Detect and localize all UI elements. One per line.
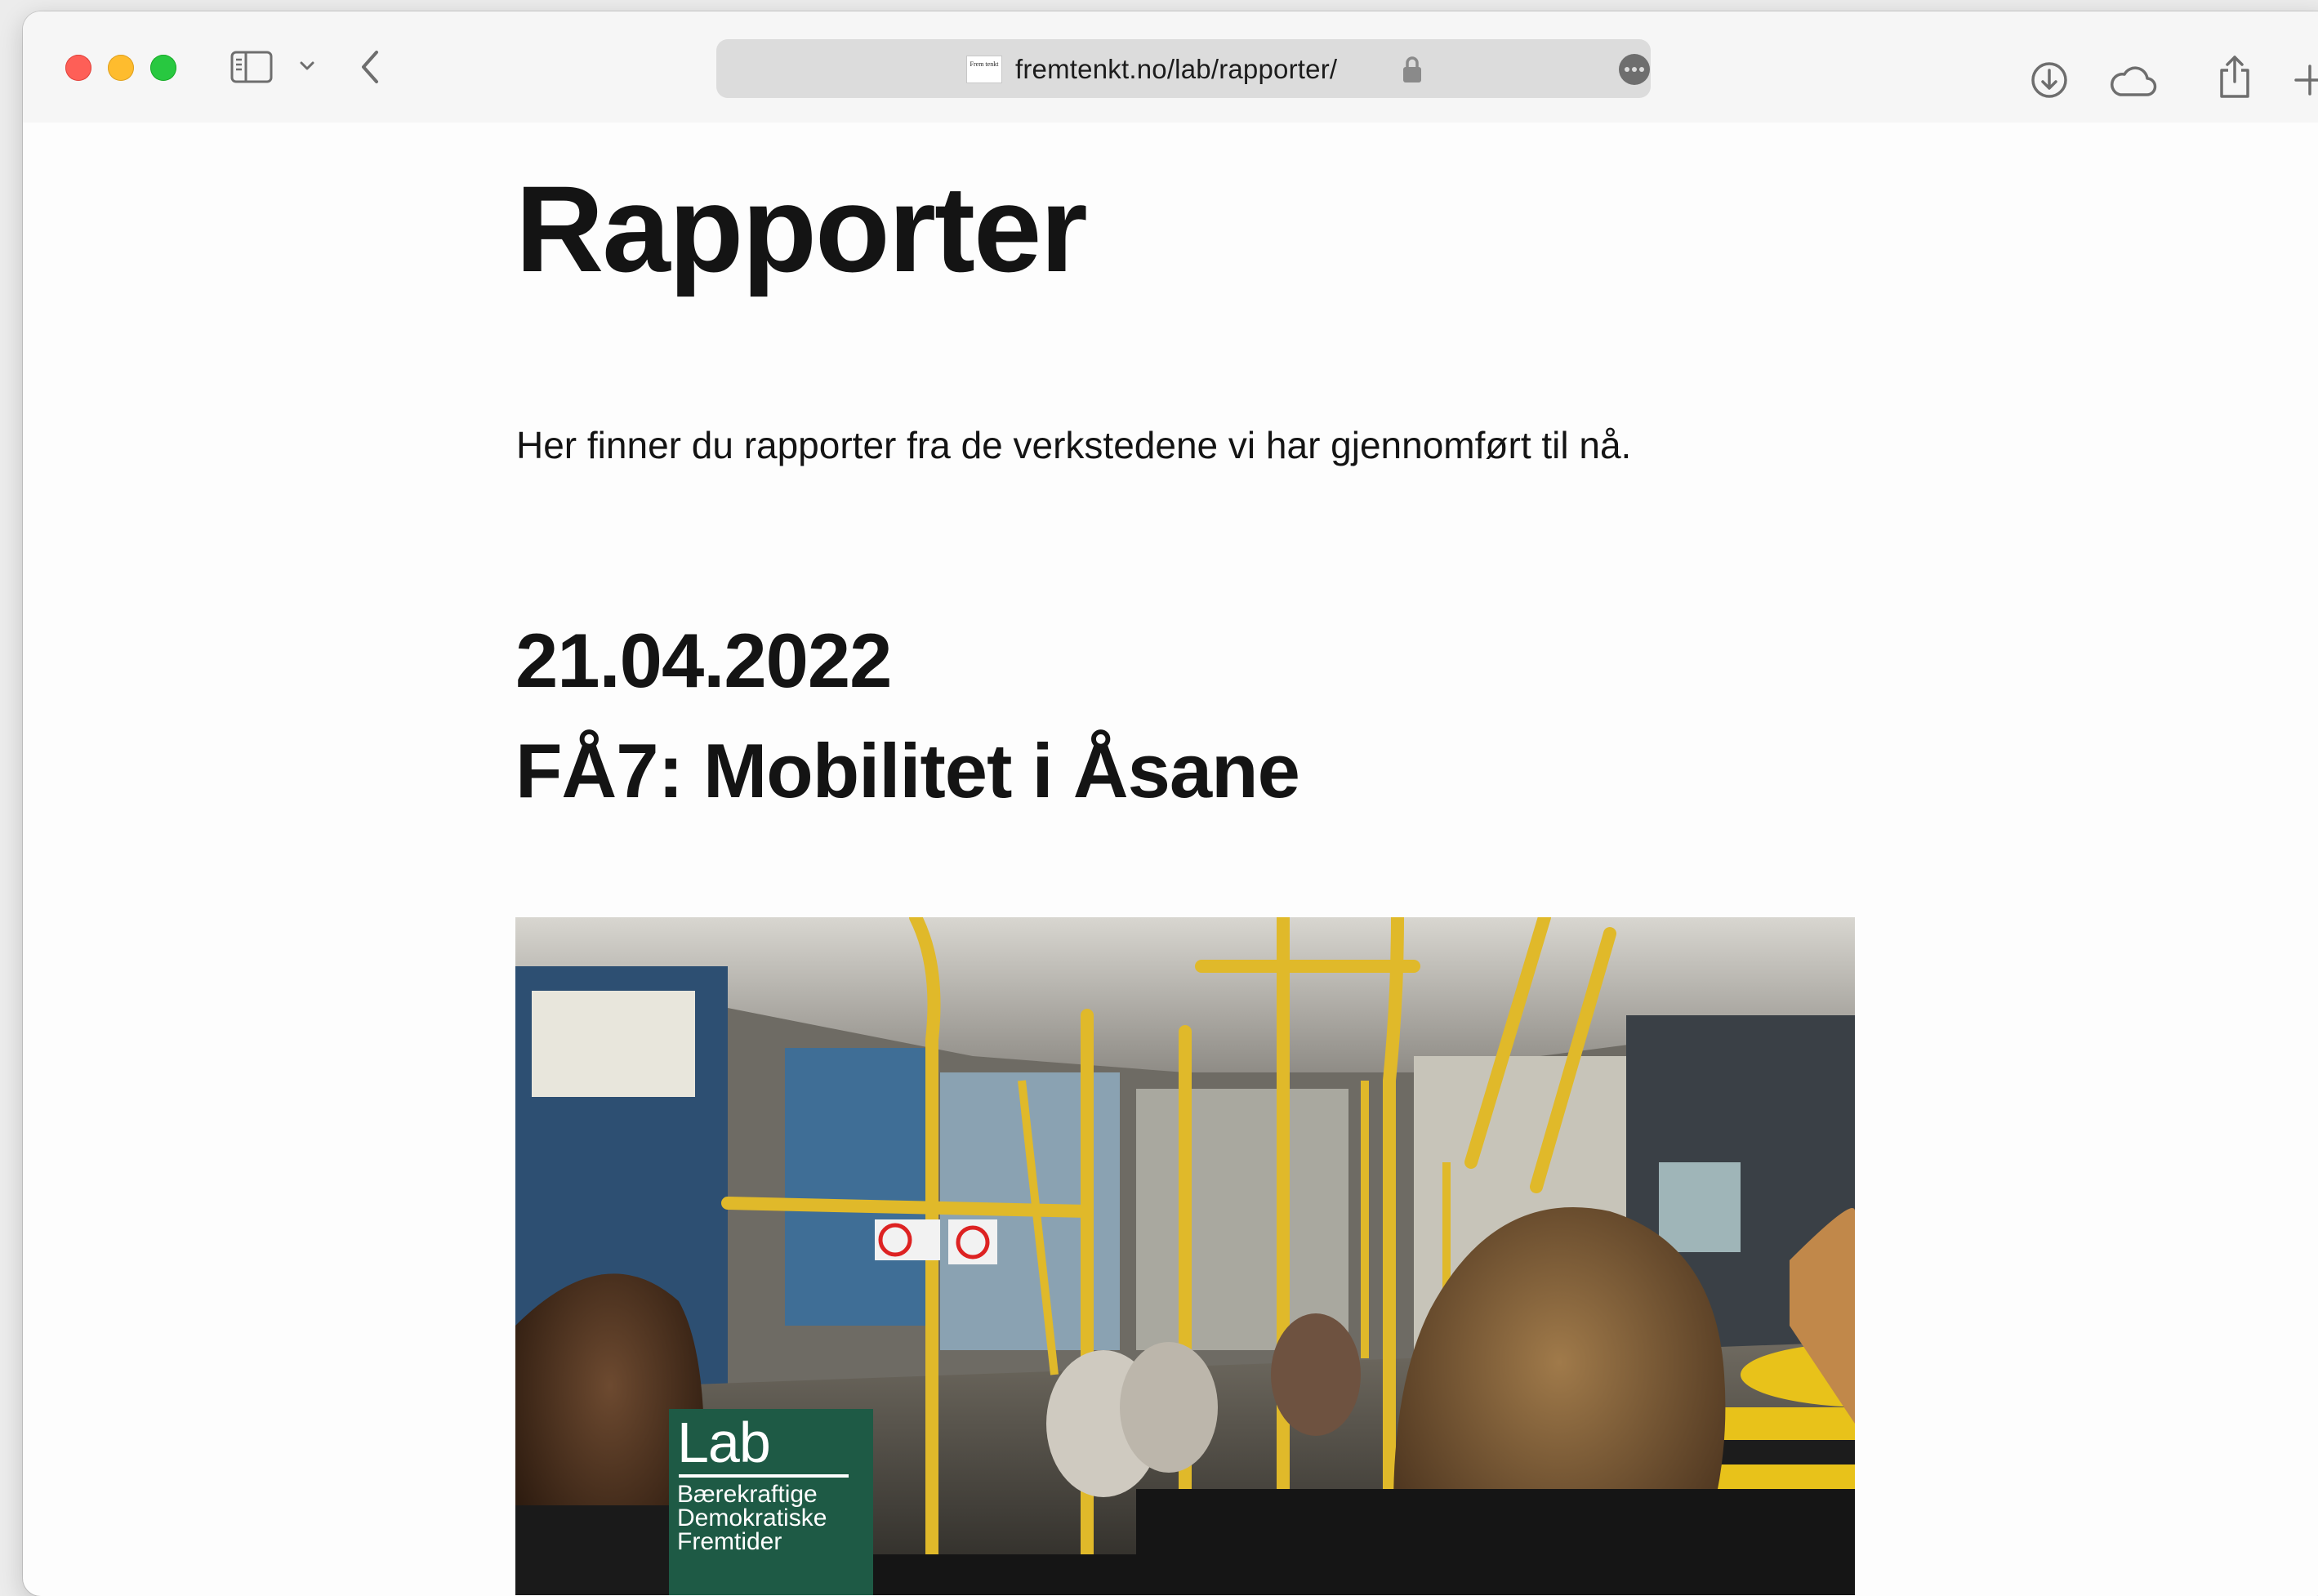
more-icon[interactable] [1618, 53, 1651, 86]
lab-logo-line: Fremtider [677, 1528, 782, 1555]
lab-logo-line: Bærekraftige [677, 1481, 818, 1508]
download-icon[interactable] [2030, 60, 2069, 100]
report-date[interactable]: 21.04.2022 [515, 622, 892, 699]
sidebar-icon[interactable] [230, 51, 273, 83]
lock-icon [1403, 56, 1421, 82]
report-title[interactable]: FÅ7: Mobilitet i Åsane [515, 733, 1300, 809]
browser-toolbar: Frem tenkt fremtenkt.no/lab/rapporter/ [23, 11, 2318, 123]
lab-logo-word: Lab [677, 1411, 771, 1474]
lab-logo: Lab Bærekraftige Demokratiske Fremtider [669, 1409, 873, 1595]
address-bar[interactable]: Frem tenkt fremtenkt.no/lab/rapporter/ [716, 39, 1651, 98]
page-content: Rapporter Her finner du rapporter fra de… [23, 123, 2318, 1595]
minimize-window-button[interactable] [108, 55, 134, 81]
maximize-window-button[interactable] [150, 55, 176, 81]
lab-logo-line: Demokratiske [677, 1505, 827, 1531]
intro-text: Her finner du rapporter fra de verkstede… [516, 424, 1632, 466]
close-window-button[interactable] [65, 55, 91, 81]
url-text[interactable]: fremtenkt.no/lab/rapporter/ [1015, 54, 1337, 85]
share-icon[interactable] [2217, 54, 2253, 100]
cloud-icon[interactable] [2109, 65, 2158, 98]
browser-window: Frem tenkt fremtenkt.no/lab/rapporter/ R… [23, 11, 2318, 1596]
lab-logo-rule [679, 1474, 849, 1478]
new-tab-icon[interactable] [2293, 64, 2318, 96]
back-icon[interactable] [359, 49, 381, 85]
chevron-down-icon[interactable] [299, 60, 315, 72]
report-cover-image[interactable]: Lab Bærekraftige Demokratiske Fremtider [515, 917, 1855, 1595]
site-favicon: Frem tenkt [967, 56, 1001, 82]
page-title: Rapporter [515, 160, 1088, 297]
